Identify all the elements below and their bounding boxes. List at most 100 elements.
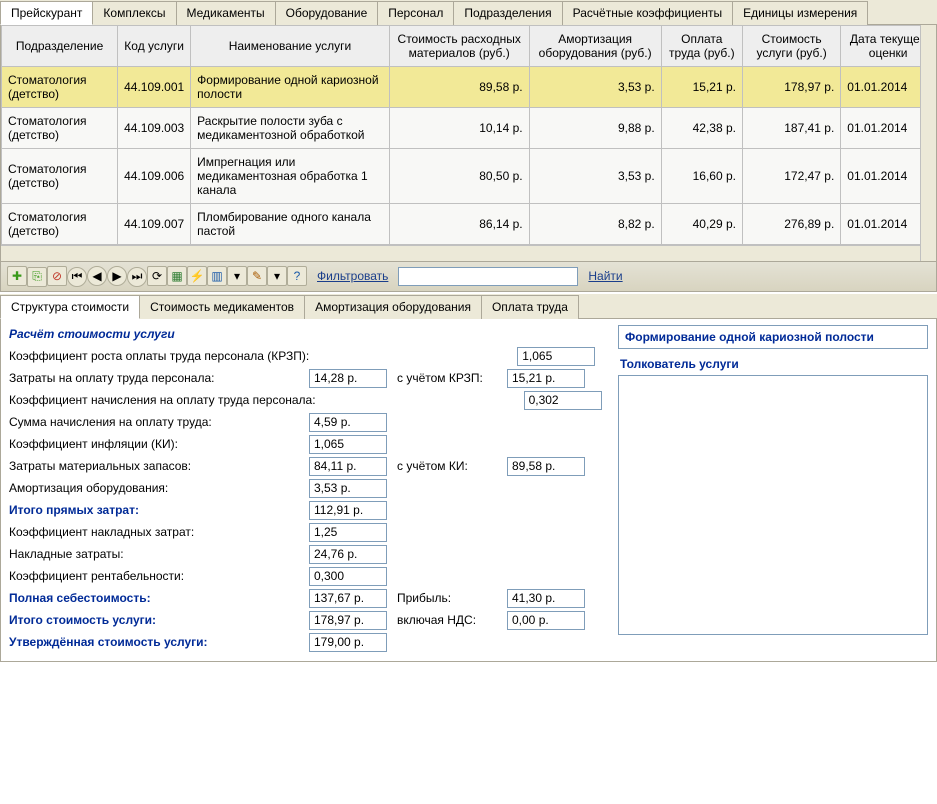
scrollbar-horizontal[interactable] [1, 245, 936, 261]
overhead-coef-label: Коэффициент накладных затрат: [9, 525, 299, 539]
filter-link[interactable]: Фильтровать [317, 269, 388, 283]
full-cost-value[interactable]: 137,67 р. [309, 589, 387, 608]
delete-icon[interactable]: ⊘ [47, 266, 67, 286]
refresh-icon[interactable]: ⟳ [147, 266, 167, 286]
nav-last-icon[interactable]: ⏭ [127, 267, 147, 287]
copy-icon[interactable]: ⎘ [27, 267, 47, 287]
full-cost-label: Полная себестоимость: [9, 591, 299, 605]
grid-toolbar: ✚⎘⊘⏮◀▶⏭⟳▦⚡▥▾✎▾? Фильтровать Найти [1, 261, 936, 291]
cell-name: Раскрытие полости зуба с медикаментозной… [191, 108, 390, 149]
cell-amort: 9,88 р. [529, 108, 661, 149]
table-row[interactable]: Стоматология (детство)44.109.003Раскрыти… [2, 108, 936, 149]
cell-amort: 3,53 р. [529, 67, 661, 108]
tab-1[interactable]: Комплексы [92, 1, 176, 25]
cell-mat: 89,58 р. [389, 67, 529, 108]
tab-6[interactable]: Расчётные коэффициенты [562, 1, 733, 25]
krzp-value[interactable]: 1,065 [517, 347, 595, 366]
nav-first-icon[interactable]: ⏮ [67, 267, 87, 287]
table-row[interactable]: Стоматология (детство)44.109.001Формиров… [2, 67, 936, 108]
profit-value[interactable]: 41,30 р. [507, 589, 585, 608]
tab-7[interactable]: Единицы измерения [732, 1, 868, 25]
interpreter-box[interactable] [618, 375, 928, 635]
tab-0[interactable]: Прейскурант [0, 1, 93, 25]
labor-value[interactable]: 14,28 р. [309, 369, 387, 388]
export-xls-icon[interactable]: ▦ [167, 266, 187, 286]
cell-cost: 172,47 р. [742, 149, 840, 204]
cell-cost: 178,97 р. [742, 67, 840, 108]
mat-k-value[interactable]: 89,58 р. [507, 457, 585, 476]
help-icon[interactable]: ? [287, 266, 307, 286]
tab-3[interactable]: Оплата труда [481, 295, 579, 319]
amort-value[interactable]: 3,53 р. [309, 479, 387, 498]
dropdown-icon[interactable]: ▾ [227, 266, 247, 286]
tab-2[interactable]: Амортизация оборудования [304, 295, 482, 319]
cell-mat: 86,14 р. [389, 204, 529, 245]
total-label: Итого стоимость услуги: [9, 613, 299, 627]
interpreter-title: Толкователь услуги [620, 357, 926, 371]
add-icon[interactable]: ✚ [7, 266, 27, 286]
tab-4[interactable]: Персонал [377, 1, 454, 25]
tab-0[interactable]: Структура стоимости [0, 295, 140, 319]
col-header[interactable]: Код услуги [118, 26, 191, 67]
find-link[interactable]: Найти [588, 269, 622, 283]
accrual-coef-label: Коэффициент начисления на оплату труда п… [9, 393, 316, 407]
service-name-box: Формирование одной кариозной полости [618, 325, 928, 349]
labor-k-value[interactable]: 15,21 р. [507, 369, 585, 388]
tab-3[interactable]: Оборудование [275, 1, 379, 25]
tab-5[interactable]: Подразделения [453, 1, 562, 25]
ki-label: Коэффициент инфляции (КИ): [9, 437, 299, 451]
direct-value[interactable]: 112,91 р. [309, 501, 387, 520]
vat-value[interactable]: 0,00 р. [507, 611, 585, 630]
nav-next-icon[interactable]: ▶ [107, 266, 127, 286]
chart-icon[interactable]: ▥ [207, 266, 227, 286]
cell-labor: 16,60 р. [661, 149, 742, 204]
mat-value[interactable]: 84,11 р. [309, 457, 387, 476]
accrual-sum-label: Сумма начисления на оплату труда: [9, 415, 299, 429]
price-grid: ПодразделениеКод услугиНаименование услу… [1, 25, 936, 245]
accrual-sum-value[interactable]: 4,59 р. [309, 413, 387, 432]
overhead-label: Накладные затраты: [9, 547, 299, 561]
col-header[interactable]: Оплата труда (руб.) [661, 26, 742, 67]
bolt-icon[interactable]: ⚡ [187, 266, 207, 286]
overhead-coef-value[interactable]: 1,25 [309, 523, 387, 542]
ki-value[interactable]: 1,065 [309, 435, 387, 454]
approved-value[interactable]: 179,00 р. [309, 633, 387, 652]
total-value[interactable]: 178,97 р. [309, 611, 387, 630]
table-row[interactable]: Стоматология (детство)44.109.006Импрегна… [2, 149, 936, 204]
top-tabstrip: ПрейскурантКомплексыМедикаментыОборудова… [0, 0, 937, 25]
cell-mat: 80,50 р. [389, 149, 529, 204]
cell-dep: Стоматология (детство) [2, 67, 118, 108]
cell-dep: Стоматология (детство) [2, 204, 118, 245]
labor-k-label: с учётом КРЗП: [397, 371, 497, 385]
cell-cost: 187,41 р. [742, 108, 840, 149]
col-header[interactable]: Стоимость расходных материалов (руб.) [389, 26, 529, 67]
tab-2[interactable]: Медикаменты [176, 1, 276, 25]
table-row[interactable]: Стоматология (детство)44.109.007Пломбиро… [2, 204, 936, 245]
cell-code: 44.109.007 [118, 204, 191, 245]
grid-container: ПодразделениеКод услугиНаименование услу… [0, 25, 937, 292]
nav-prev-icon[interactable]: ◀ [87, 266, 107, 286]
tab-1[interactable]: Стоимость медикаментов [139, 295, 305, 319]
profit-coef-value[interactable]: 0,300 [309, 567, 387, 586]
col-header[interactable]: Подразделение [2, 26, 118, 67]
dropdown2-icon[interactable]: ▾ [267, 266, 287, 286]
cost-structure-panel: Расчёт стоимости услуги Коэффициент рост… [0, 319, 937, 662]
service-name: Формирование одной кариозной полости [625, 330, 874, 344]
filter-input[interactable] [398, 267, 578, 286]
col-header[interactable]: Стоимость услуги (руб.) [742, 26, 840, 67]
mat-k-label: с учётом КИ: [397, 459, 497, 473]
mat-label: Затраты материальных запасов: [9, 459, 299, 473]
profit-coef-label: Коэффициент рентабельности: [9, 569, 299, 583]
approved-label: Утверждённая стоимость услуги: [9, 635, 299, 649]
profit-label: Прибыль: [397, 591, 497, 605]
overhead-value[interactable]: 24,76 р. [309, 545, 387, 564]
cell-code: 44.109.003 [118, 108, 191, 149]
cell-name: Пломбирование одного канала пастой [191, 204, 390, 245]
tool-icon[interactable]: ✎ [247, 266, 267, 286]
col-header[interactable]: Амортизация оборудования (руб.) [529, 26, 661, 67]
col-header[interactable]: Наименование услуги [191, 26, 390, 67]
cell-code: 44.109.001 [118, 67, 191, 108]
calc-title: Расчёт стоимости услуги [9, 327, 608, 341]
scrollbar-vertical[interactable] [920, 25, 936, 261]
accrual-coef-value[interactable]: 0,302 [524, 391, 602, 410]
